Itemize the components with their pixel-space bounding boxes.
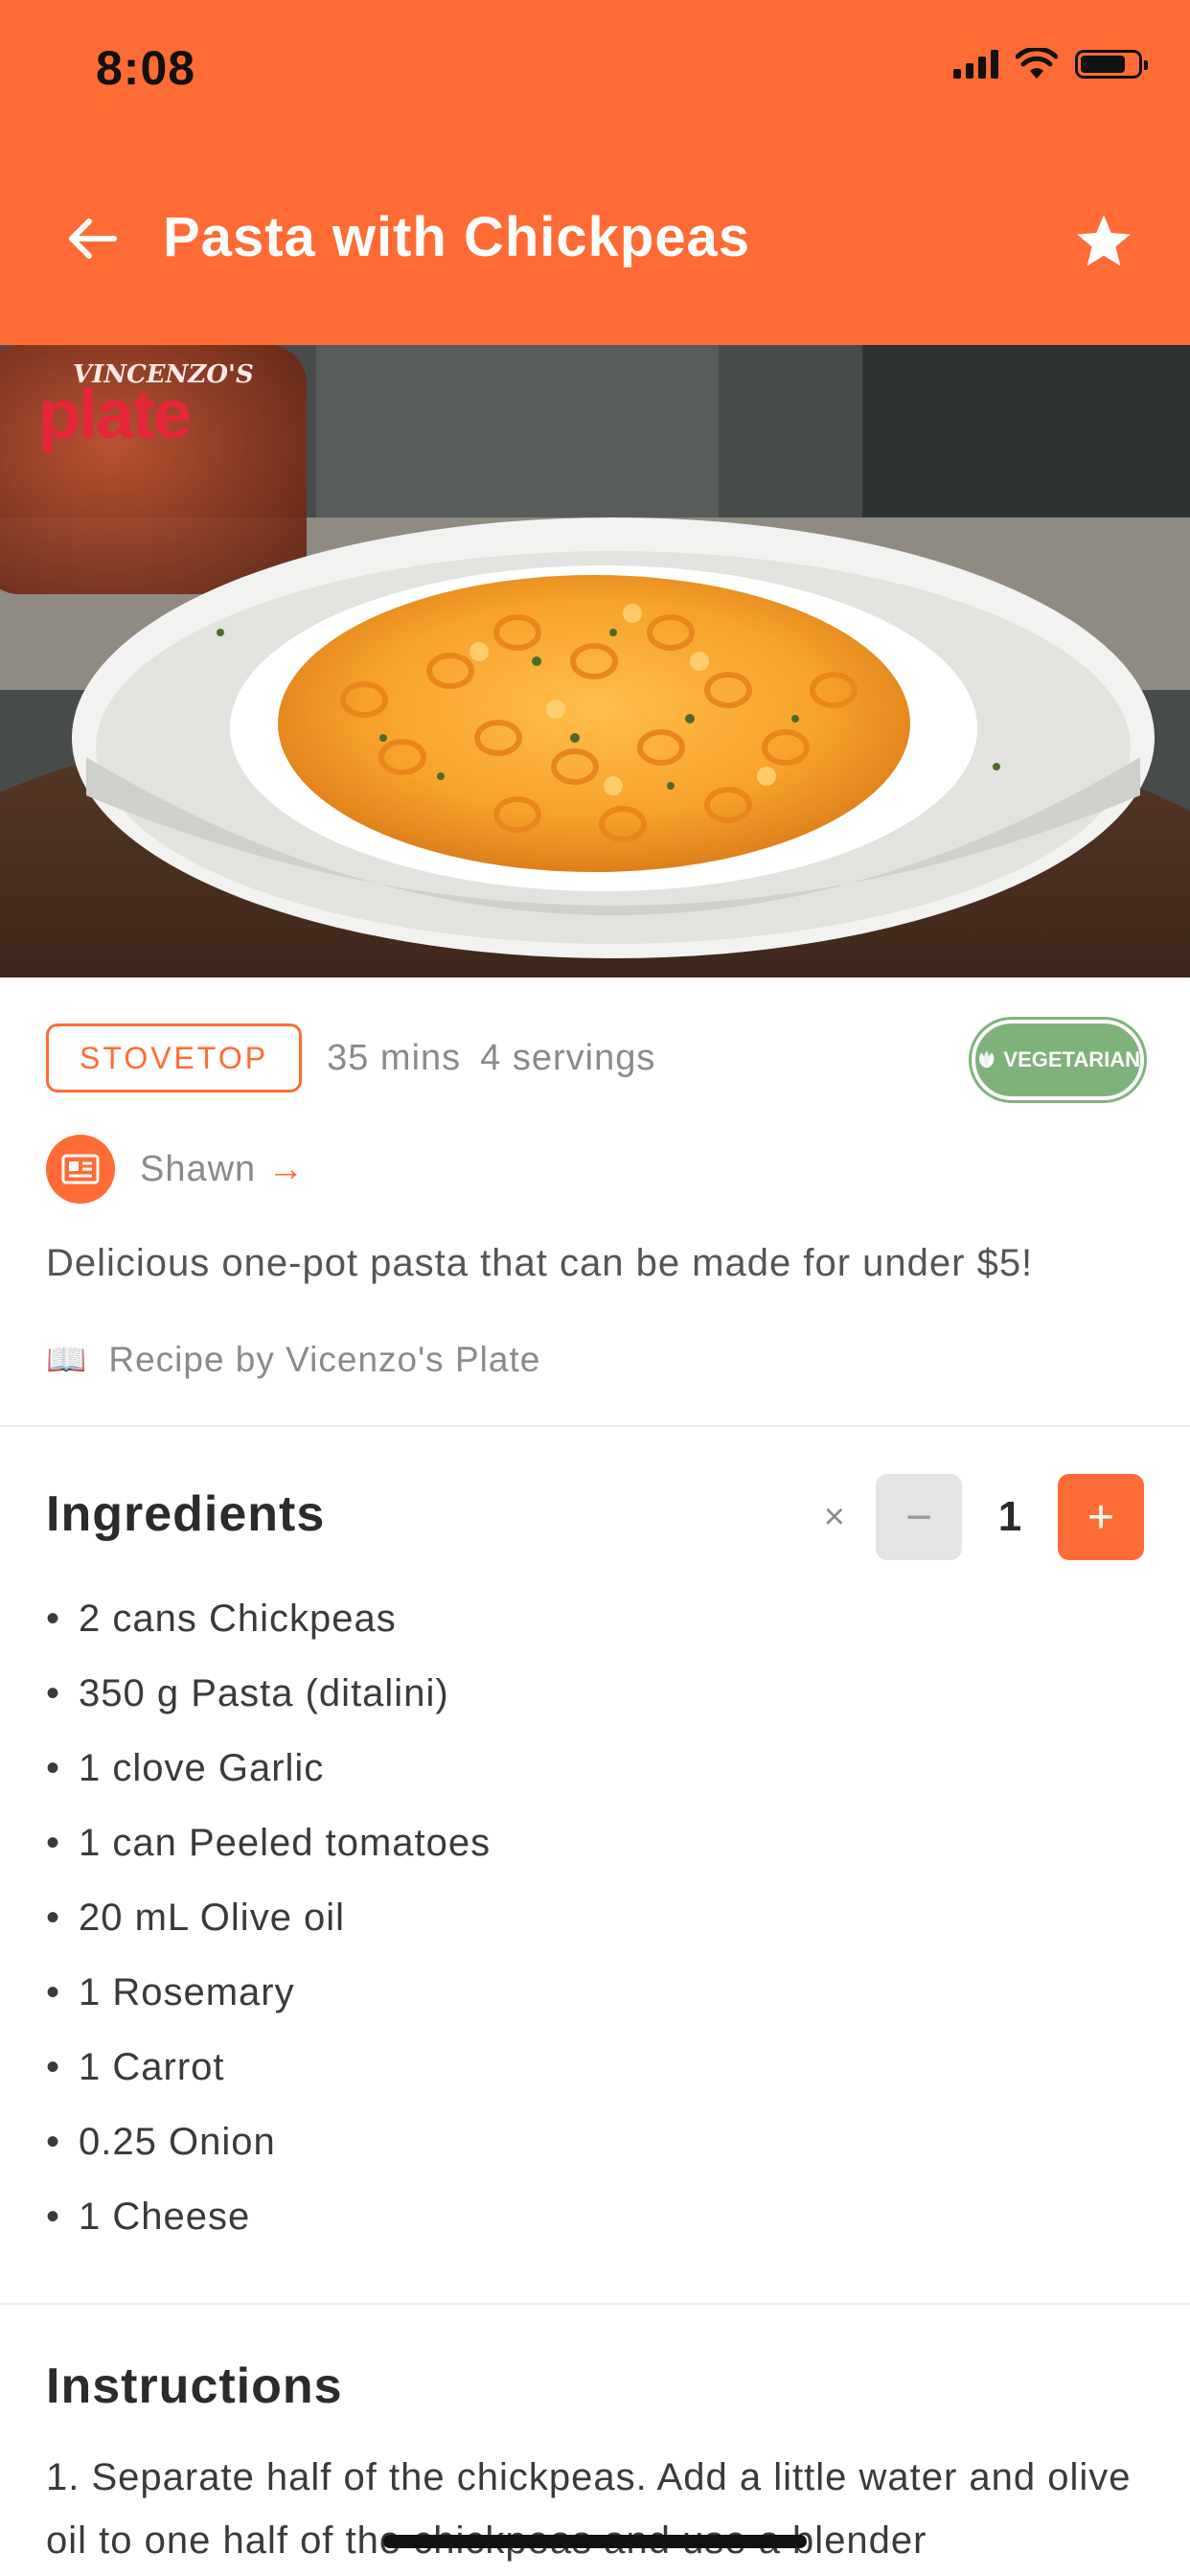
battery-icon — [1075, 50, 1148, 79]
servings-count: 4 servings — [480, 1037, 656, 1078]
home-indicator[interactable] — [383, 2535, 807, 2548]
ingredient-text: 1 clove Garlic — [79, 1746, 325, 1789]
back-button[interactable] — [57, 205, 125, 272]
author-link[interactable]: Shawn → — [46, 1135, 304, 1204]
ingredient-item: • 1 Rosemary — [46, 1970, 295, 2013]
status-icons — [953, 48, 1148, 80]
ingredient-text: 1 can Peeled tomatoes — [79, 1821, 492, 1864]
page-title: Pasta with Chickpeas — [163, 206, 751, 268]
ingredient-item: • 1 Carrot — [46, 2045, 225, 2088]
ingredient-text: 1 Cheese — [79, 2195, 251, 2238]
ingredient-item: • 0.25 Onion — [46, 2120, 276, 2163]
servings-stepper: × − 1 + — [824, 1474, 1144, 1560]
cooking-method-badge[interactable]: STOVETOP — [46, 1024, 303, 1092]
vegetarian-badge: VEGETARIAN — [972, 1020, 1144, 1100]
section-divider — [0, 1425, 1190, 1427]
ingredient-text: 1 Rosemary — [79, 1970, 295, 2013]
app-header: 8:08 Pasta with Chickpeas — [0, 0, 1190, 345]
book-icon: 📖 — [46, 1342, 88, 1378]
avatar — [46, 1135, 115, 1204]
arrow-left-icon — [69, 218, 117, 259]
recipe-photo: VINCENZO'S plate — [0, 345, 1190, 978]
ingredients-title: Ingredients — [46, 1486, 326, 1542]
logo-title: plate — [38, 377, 192, 453]
section-divider — [0, 2303, 1190, 2305]
recipe-source[interactable]: 📖 Recipe by Vicenzo's Plate — [46, 1340, 540, 1380]
multiply-icon: × — [823, 1496, 845, 1537]
ingredient-text: 2 cans Chickpeas — [79, 1597, 397, 1640]
ingredient-text: 1 Carrot — [79, 2045, 225, 2088]
ingredient-text: 20 mL Olive oil — [79, 1896, 346, 1939]
cook-time: 35 mins — [327, 1037, 462, 1078]
decrease-button[interactable]: − — [876, 1474, 962, 1560]
recipe-card-icon — [61, 1154, 100, 1184]
ingredient-item: • 1 Cheese — [46, 2195, 251, 2238]
scale-value: 1 — [997, 1493, 1022, 1540]
ingredient-item: • 2 cans Chickpeas — [46, 1597, 397, 1640]
ingredient-item: • 350 g Pasta (ditalini) — [46, 1671, 449, 1714]
favorite-button[interactable] — [1065, 203, 1142, 280]
status-time: 8:08 — [96, 41, 196, 95]
ingredient-item: • 20 mL Olive oil — [46, 1896, 346, 1939]
recipe-meta-row: STOVETOP 35 mins 4 servings — [46, 1022, 655, 1094]
leaf-icon — [978, 1050, 995, 1069]
star-icon — [1077, 215, 1131, 266]
wifi-icon — [1016, 48, 1058, 79]
ingredient-text: 0.25 Onion — [79, 2120, 276, 2163]
instruction-step: 1. Separate half of the chickpeas. Add a… — [46, 2456, 1132, 2562]
channel-logo: VINCENZO'S plate — [13, 353, 254, 458]
arrow-right-icon: → — [267, 1148, 305, 1189]
increase-button[interactable]: + — [1058, 1474, 1144, 1560]
recipe-source-text: Recipe by Vicenzo's Plate — [108, 1340, 541, 1379]
cellular-signal-icon — [953, 50, 998, 79]
instructions-title: Instructions — [46, 2358, 343, 2414]
ingredient-item: • 1 can Peeled tomatoes — [46, 1821, 492, 1864]
ingredient-text: 350 g Pasta (ditalini) — [79, 1671, 449, 1714]
vegetarian-label: VEGETARIAN — [1003, 1047, 1140, 1071]
ingredient-item: • 1 clove Garlic — [46, 1746, 325, 1789]
ingredient-list: • 2 cans Chickpeas • 350 g Pasta (ditalini… — [46, 1581, 491, 2254]
recipe-description: Delicious one-pot pasta that can be made… — [46, 1242, 1034, 1284]
author-name: Shawn — [140, 1148, 257, 1189]
